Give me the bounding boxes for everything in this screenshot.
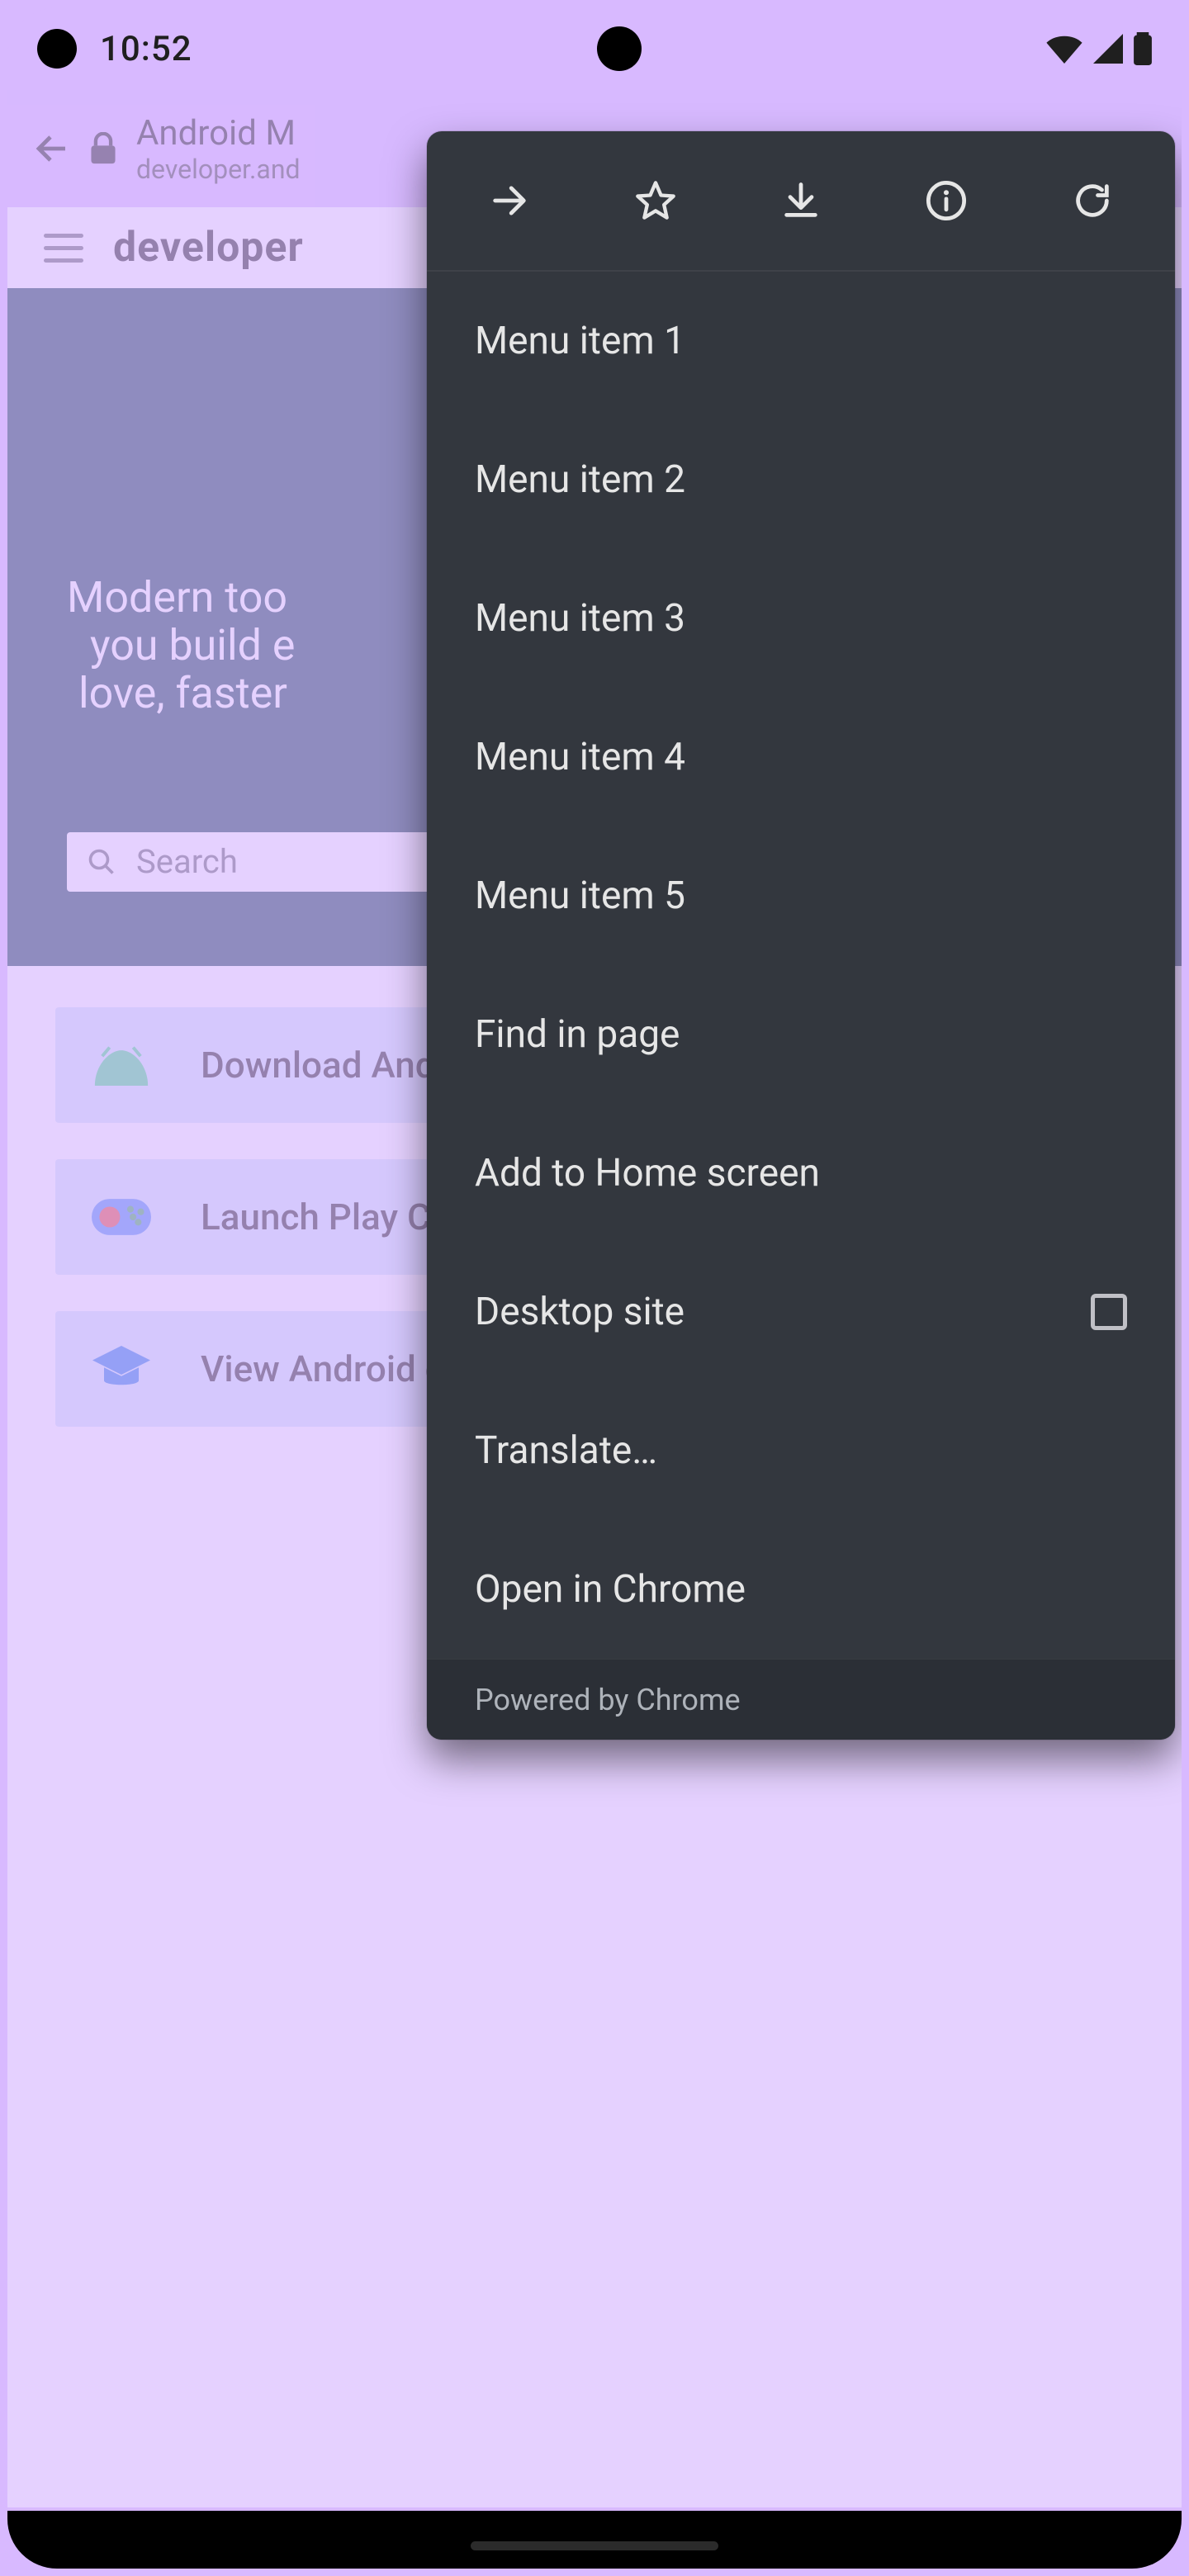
page-url: developer.and [136,154,301,185]
refresh-button[interactable] [1023,131,1162,270]
download-icon [779,179,822,222]
status-time: 10:52 [100,29,192,69]
refresh-icon [1071,179,1114,222]
menu-translate[interactable]: Translate… [427,1381,1175,1520]
menu-desktop-site[interactable]: Desktop site [427,1243,1175,1381]
menu-item-2[interactable]: Menu item 2 [427,410,1175,549]
wifi-icon [1046,34,1082,64]
site-brand: developer [113,224,304,272]
signal-icon [1092,34,1124,64]
menu-item-label: Translate… [475,1428,1127,1473]
powered-by-text: Powered by Chrome [475,1683,741,1717]
back-button[interactable] [27,124,77,173]
battery-icon [1134,32,1152,65]
menu-item-5[interactable]: Menu item 5 [427,826,1175,965]
menu-item-label: Menu item 5 [475,874,1127,918]
gesture-nav-pill[interactable] [471,2541,718,2550]
info-button[interactable] [877,131,1016,270]
menu-item-1[interactable]: Menu item 1 [427,272,1175,410]
menu-item-label: Find in page [475,1012,1127,1057]
menu-item-3[interactable]: Menu item 3 [427,549,1175,688]
lock-icon [87,132,120,165]
download-button[interactable] [732,131,870,270]
camera-cutout-center [597,26,642,71]
page-title: Android M [136,113,301,154]
menu-add-to-home[interactable]: Add to Home screen [427,1104,1175,1243]
status-icons [1046,32,1152,65]
menu-item-label: Open in Chrome [475,1567,1127,1612]
menu-item-label: Menu item 2 [475,457,1127,502]
search-icon [87,847,116,877]
search-placeholder: Search [136,842,238,881]
site-menu-button[interactable] [44,228,83,268]
menu-open-in-chrome[interactable]: Open in Chrome [427,1520,1175,1659]
overflow-menu: Menu item 1 Menu item 2 Menu item 3 Menu… [427,131,1175,1740]
menu-item-label: Desktop site [475,1290,1091,1334]
menu-item-label: Menu item 3 [475,596,1127,641]
hero-search-input[interactable]: Search [67,832,447,892]
menu-item-label: Menu item 4 [475,735,1127,779]
android-icon [92,1035,151,1095]
forward-button[interactable] [440,131,579,270]
desktop-site-checkbox[interactable] [1091,1294,1127,1330]
menu-item-4[interactable]: Menu item 4 [427,688,1175,826]
graduation-cap-icon [92,1339,151,1399]
bookmark-button[interactable] [586,131,725,270]
forward-icon [488,179,531,222]
menu-find-in-page[interactable]: Find in page [427,965,1175,1104]
play-console-icon [92,1187,151,1247]
status-bar: 10:52 [7,7,1182,90]
menu-item-label: Menu item 1 [475,319,1127,363]
info-icon [925,179,968,222]
star-icon [634,179,677,222]
nav-bar-background [7,2511,1182,2569]
camera-cutout-left [37,29,77,69]
menu-item-label: Add to Home screen [475,1151,1127,1196]
menu-footer: Powered by Chrome [427,1659,1175,1740]
